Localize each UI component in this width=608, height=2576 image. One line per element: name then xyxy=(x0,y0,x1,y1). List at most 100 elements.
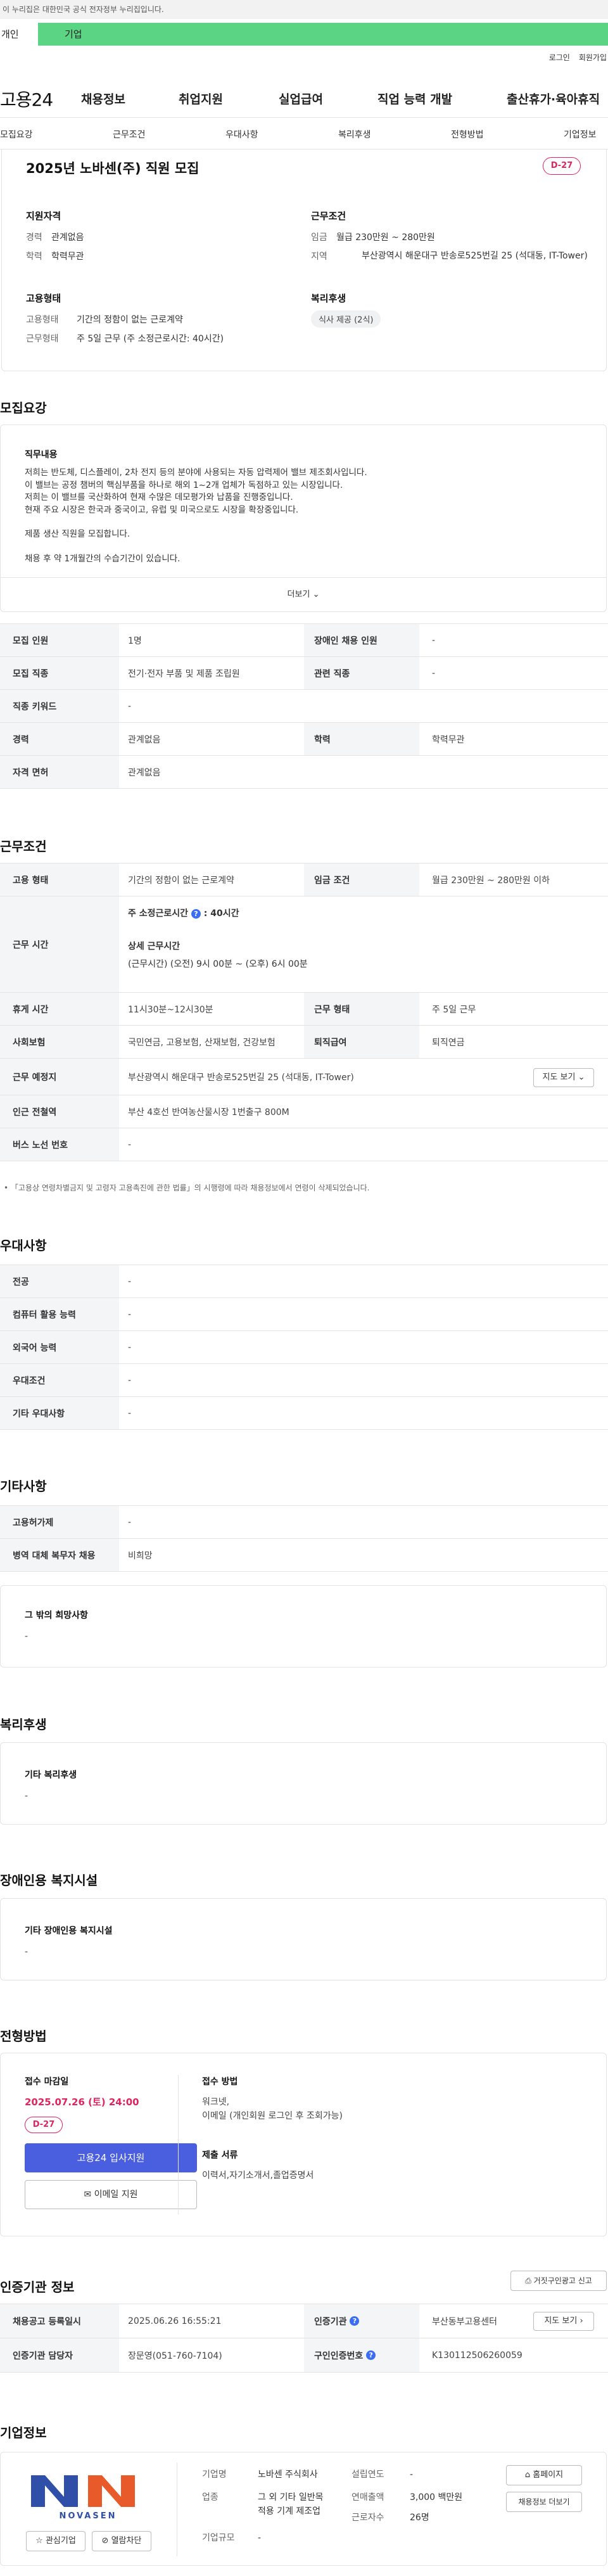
table-row: 경력 관계없음 학력 학력무관 xyxy=(0,723,608,756)
welfare-title: 기타 복리후생 xyxy=(25,1770,77,1780)
duty-title: 직무내용 xyxy=(25,450,58,460)
utility-menu: 로그인 회원가입 xyxy=(494,52,608,67)
company-card: NOVASEN ☆ 관심기업 ⊘ 열람차단 기업명 노바센 주식회사 업종 그 외 … xyxy=(0,2452,607,2566)
company-name-key: 기업명 xyxy=(202,2470,227,2480)
table-row: 인증기관 담당자 장문영(051-760-7104) 구인인증번호 ? K130112… xyxy=(0,2338,608,2373)
info-icon[interactable]: ? xyxy=(366,2350,376,2360)
join-link[interactable]: 회원가입 xyxy=(579,53,607,62)
method-line: 워크넷, xyxy=(202,2097,230,2107)
td: 장문영(051-760-7104) xyxy=(128,2350,222,2361)
company-logo: NOVASEN xyxy=(26,2470,150,2521)
industry-line: 그 외 기타 일반목 xyxy=(258,2492,324,2503)
th: 관련 직종 xyxy=(304,657,419,689)
th: 고용 형태 xyxy=(0,864,119,896)
company-size-value: - xyxy=(258,2533,262,2543)
login-link[interactable]: 로그인 xyxy=(549,53,570,62)
star-icon: ☆ xyxy=(35,2536,43,2546)
edu-value: 학력무관 xyxy=(51,252,84,262)
more-button[interactable]: 더보기 ⌄ xyxy=(1,577,606,611)
career-key: 경력 xyxy=(26,233,42,243)
duty-text: 저희는 반도체, 디스플레이, 2차 전지 등의 분야에 사용되는 자동 압력제… xyxy=(25,467,367,565)
map-button-label: 지도 보기 xyxy=(542,1073,576,1082)
map-button[interactable]: 지도 보기 ⌄ xyxy=(533,1068,594,1087)
block-icon: ⊘ xyxy=(101,2536,109,2546)
duty-line: 제품 생산 직원을 모집합니다. xyxy=(25,529,130,539)
process-dday-badge: D-27 xyxy=(25,2117,63,2133)
tab-personal[interactable]: 개인 xyxy=(0,23,38,46)
snb-item-work[interactable]: 근무조건 xyxy=(113,128,146,141)
company-logo-text: NOVASEN xyxy=(60,2511,117,2521)
th: 퇴직급여 xyxy=(304,1026,419,1058)
duty-line: 저희는 반도체, 디스플레이, 2차 전지 등의 분야에 사용되는 자동 압력제… xyxy=(25,468,367,478)
th: 인증기관 ? xyxy=(304,2304,419,2338)
work-table: 고용 형태 기간의 정함이 없는 근로계약 임금 조건 월급 230만원 ~ 280만… xyxy=(0,863,608,1161)
summary-card: 2025년 노바센(주) 직원 모집 D-27 지원자격 경력 관계없음 학력 학력… xyxy=(1,150,607,371)
table-row: 병역 대체 복무자 채용 비희망 xyxy=(0,1539,608,1572)
block-company-button[interactable]: ⊘ 열람차단 xyxy=(92,2531,151,2551)
gnb-item-jobs[interactable]: 채용정보 xyxy=(81,90,125,107)
duty-line: 저희는 이 밸브를 국산화하여 현재 수많은 데모평가와 납품을 진행중입니다. xyxy=(25,492,293,502)
cert-no-key: 구인인증번호 xyxy=(314,2350,364,2361)
report-icon: ⎙ xyxy=(525,2276,531,2285)
gov-banner-text: 이 누리집은 대한민국 공식 전자정부 누리집입니다. xyxy=(3,5,164,14)
company-emp-key: 근로자수 xyxy=(352,2513,384,2523)
career-value: 관계없음 xyxy=(51,233,84,243)
gnb-item-support[interactable]: 취업지원 xyxy=(179,90,223,107)
more-jobs-button[interactable]: 채용정보 더보기 xyxy=(506,2492,582,2512)
gnb-item-unemployment[interactable]: 실업급여 xyxy=(279,90,323,107)
chevron-right-icon: › xyxy=(580,2316,583,2326)
company-industry-row: 업종 그 외 기타 일반목 적용 기계 제조업 xyxy=(202,2490,324,2518)
td: 퇴직연금 xyxy=(432,1037,465,1048)
td: - xyxy=(128,1342,132,1353)
td: 1명 xyxy=(128,635,142,646)
duty-line: 현재 주요 시장은 한국과 중국이고, 유럽 및 미국으로도 시장을 확장중입니… xyxy=(25,504,299,515)
table-row: 직종 키워드 - xyxy=(0,690,608,723)
wage-row: 임금 월급 230만원 ~ 280만원 xyxy=(311,231,435,243)
emptype-key: 고용형태 xyxy=(26,315,59,325)
section-etc-title: 기타사항 xyxy=(0,1479,47,1494)
tab-company[interactable]: 기업 xyxy=(38,23,608,46)
section-work-title: 근무조건 xyxy=(0,839,47,854)
company-logo-graphic: NOVASEN xyxy=(31,2475,135,2521)
snb-item-welfare[interactable]: 복리후생 xyxy=(338,128,371,141)
snb-item-recruit[interactable]: 모집요강 xyxy=(0,128,33,141)
fav-company-button[interactable]: ☆ 관심기업 xyxy=(26,2531,86,2551)
snb-item-pref[interactable]: 우대사항 xyxy=(225,128,258,141)
th: 근무 형태 xyxy=(304,993,419,1025)
company-est-key: 설립연도 xyxy=(352,2470,384,2480)
td: - xyxy=(128,1375,132,1386)
company-emp-value: 26명 xyxy=(410,2513,429,2523)
table-row: 휴게 시간 11시30분~12시30분 근무 형태 주 5일 근무 xyxy=(0,993,608,1026)
agency-key: 인증기관 xyxy=(314,2316,347,2327)
site-logo[interactable]: 고용24 xyxy=(0,86,53,112)
snb-item-process[interactable]: 전형방법 xyxy=(451,128,484,141)
table-row: 전공 - xyxy=(0,1265,608,1298)
homepage-button[interactable]: ⌂ 홈페이지 xyxy=(506,2465,582,2485)
section-company-title: 기업정보 xyxy=(0,2425,47,2440)
report-button-label: 거짓구인광고 신고 xyxy=(533,2276,592,2285)
company-est-row: 설립연도 - xyxy=(352,2468,413,2480)
more-jobs-label: 채용정보 더보기 xyxy=(518,2497,570,2506)
agency-map-label: 지도 보기 xyxy=(544,2316,578,2326)
td: 국민연금, 고용보험, 산재보험, 건강보험 xyxy=(128,1037,276,1048)
cert-table: 채용공고 등록일시 2025.06.26 16:55:21 인증기관 ? 부산동부고용… xyxy=(0,2304,608,2373)
hours-main-row: 주 소정근로시간 ? : 40시간 xyxy=(128,907,308,919)
th: 구인인증번호 ? xyxy=(304,2338,419,2372)
email-apply-button[interactable]: ✉ 이메일 지원 xyxy=(25,2180,197,2209)
apply-button[interactable]: 고용24 입사지원 xyxy=(25,2143,197,2172)
report-button[interactable]: ⎙ 거짓구인광고 신고 xyxy=(510,2271,607,2291)
area-row: 지역 부산광역시 해운대구 반송로525번길 25 (석대동, IT-Tower) xyxy=(311,250,590,262)
gnb-item-leave[interactable]: 출산휴가·육아휴직 xyxy=(507,90,600,107)
td: 학력무관 xyxy=(432,734,465,745)
td: - xyxy=(128,1517,132,1527)
snb-item-company[interactable]: 기업정보 xyxy=(564,128,597,141)
th: 채용공고 등록일시 xyxy=(0,2304,119,2338)
info-icon[interactable]: ? xyxy=(350,2316,360,2326)
worktype-row: 근무형태 주 5일 근무 (주 소정근로시간: 40시간) xyxy=(26,332,224,345)
agency-map-button[interactable]: 지도 보기 › xyxy=(533,2312,594,2331)
docs-value: 이력서,자기소개서,졸업증명서 xyxy=(202,2171,314,2181)
info-icon[interactable]: ? xyxy=(191,909,201,919)
gnb-item-training[interactable]: 직업 능력 개발 xyxy=(377,90,452,107)
industry-line: 적용 기계 제조업 xyxy=(258,2506,321,2516)
dday-badge: D-27 xyxy=(543,157,581,175)
